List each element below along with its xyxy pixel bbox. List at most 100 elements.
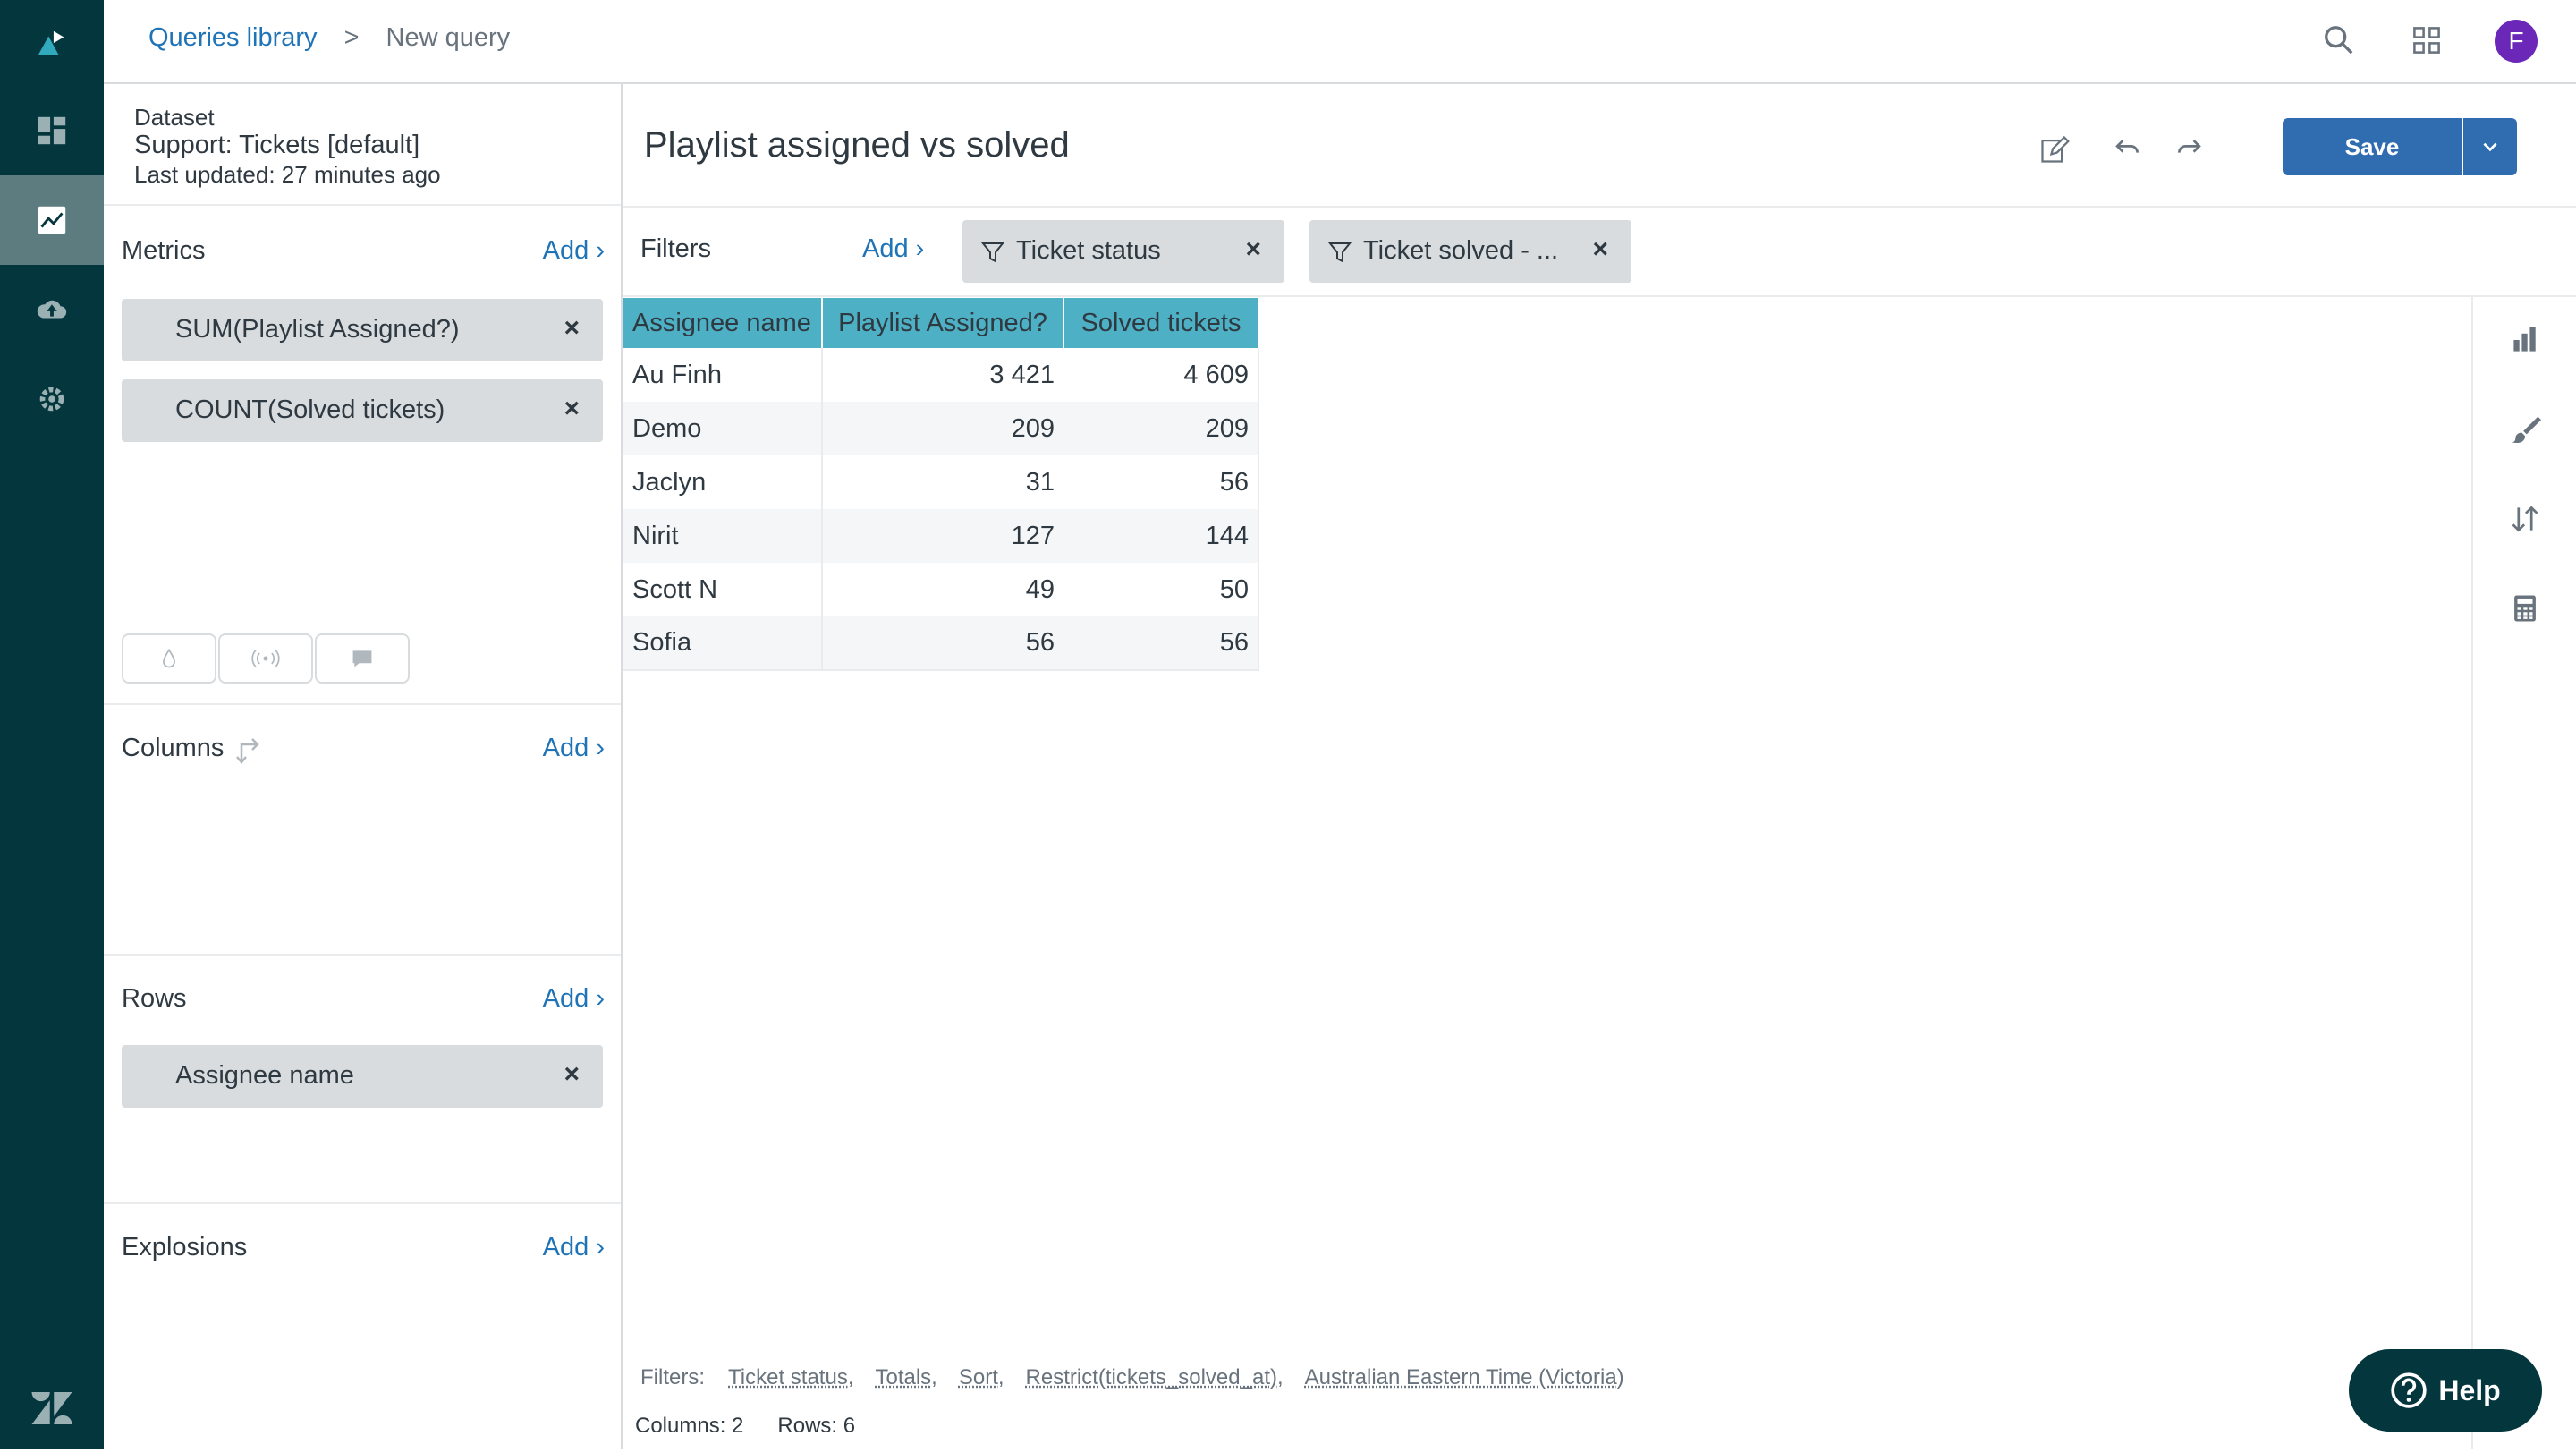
swap-axes-icon[interactable]: [234, 734, 263, 764]
table-cell: Demo: [623, 402, 822, 455]
divider: [104, 204, 621, 206]
footer-filter-item[interactable]: Sort,: [959, 1365, 1004, 1390]
divider: [104, 1202, 621, 1204]
table-row: Scott N 49 50: [623, 563, 1258, 616]
add-metric-link[interactable]: Add ›: [543, 236, 605, 266]
broadcast-icon-button[interactable]: [218, 633, 313, 684]
remove-filter-icon[interactable]: ×: [1245, 234, 1261, 265]
divider: [104, 703, 621, 705]
table-cell: Scott N: [623, 563, 822, 616]
breadcrumb-separator: >: [344, 23, 360, 53]
filter-chip-ticket-status[interactable]: Ticket status ×: [962, 220, 1284, 283]
right-toolbar: [2471, 297, 2576, 1449]
query-title[interactable]: Playlist assigned vs solved: [644, 125, 1070, 166]
breadcrumb-queries-library-link[interactable]: Queries library: [148, 23, 318, 53]
table-cell: Sofia: [623, 616, 822, 670]
dataset-last-updated: Last updated: 27 minutes ago: [134, 161, 441, 189]
save-button[interactable]: Save: [2283, 118, 2462, 175]
sort-icon[interactable]: [2505, 499, 2545, 539]
table-row: Demo 209 209: [623, 402, 1258, 455]
table-cell: 56: [1063, 455, 1258, 509]
remove-filter-icon[interactable]: ×: [1592, 234, 1608, 265]
divider: [623, 206, 2576, 208]
metric-label: COUNT(Solved tickets): [175, 395, 445, 425]
bar-chart-icon[interactable]: [2505, 320, 2545, 360]
metric-pill[interactable]: COUNT(Solved tickets) ×: [122, 379, 603, 442]
table-cell: 209: [1063, 402, 1258, 455]
undo-icon[interactable]: [2106, 129, 2147, 170]
help-label: Help: [2438, 1374, 2500, 1407]
filter-chip-ticket-solved[interactable]: Ticket solved - ... ×: [1309, 220, 1631, 283]
redo-icon[interactable]: [2170, 129, 2211, 170]
footer-filter-item[interactable]: Restrict(tickets_solved_at),: [1026, 1365, 1284, 1390]
table-row: Sofia 56 56: [623, 616, 1258, 670]
drop-icon-button[interactable]: [122, 633, 216, 684]
table-row: Jaclyn 31 56: [623, 455, 1258, 509]
upload-cloud-icon[interactable]: [0, 265, 104, 354]
breadcrumb-current: New query: [386, 23, 511, 53]
table-cell: Nirit: [623, 509, 822, 563]
apps-grid-icon[interactable]: [2406, 20, 2447, 61]
column-header[interactable]: Assignee name: [623, 298, 822, 348]
metrics-title: Metrics: [122, 236, 205, 266]
comment-icon-button[interactable]: [315, 633, 410, 684]
app-logo-icon[interactable]: [0, 0, 104, 89]
left-nav: [0, 0, 104, 1449]
add-filter-link[interactable]: Add ›: [862, 234, 924, 264]
column-header[interactable]: Solved tickets: [1063, 298, 1258, 348]
remove-row-icon[interactable]: ×: [564, 1059, 580, 1090]
footer-counts: Columns: 2 Rows: 6: [635, 1414, 855, 1439]
table-cell: 4 609: [1063, 348, 1258, 402]
rows-title: Rows: [122, 984, 187, 1014]
help-button[interactable]: Help: [2349, 1349, 2542, 1432]
add-explosion-link[interactable]: Add ›: [543, 1233, 605, 1262]
table-row: Nirit 127 144: [623, 509, 1258, 563]
user-avatar[interactable]: F: [2495, 20, 2538, 63]
add-column-link[interactable]: Add ›: [543, 734, 605, 763]
add-row-link[interactable]: Add ›: [543, 984, 605, 1014]
result-table: Assignee name Playlist Assigned? Solved …: [623, 298, 1259, 671]
edit-icon[interactable]: [2034, 129, 2075, 170]
filter-chip-label: Ticket solved - ...: [1363, 236, 1558, 266]
columns-title: Columns: [122, 734, 224, 763]
save-options-dropdown[interactable]: [2462, 118, 2517, 175]
footer-filters-label: Filters:: [640, 1365, 705, 1390]
help-question-icon: [2390, 1372, 2428, 1409]
footer-filter-item[interactable]: Totals,: [875, 1365, 936, 1390]
footer-filter-item[interactable]: Australian Eastern Time (Victoria): [1305, 1365, 1624, 1390]
column-header[interactable]: Playlist Assigned?: [822, 298, 1063, 348]
table-cell: 56: [822, 616, 1063, 670]
table-cell: 31: [822, 455, 1063, 509]
row-pill[interactable]: Assignee name ×: [122, 1045, 603, 1108]
table-cell: 3 421: [822, 348, 1063, 402]
filter-funnel-icon: [1327, 240, 1352, 265]
filter-funnel-icon: [980, 240, 1005, 265]
metric-pill[interactable]: SUM(Playlist Assigned?) ×: [122, 299, 603, 361]
dataset-label: Dataset: [134, 104, 215, 132]
footer-filter-item[interactable]: Ticket status,: [728, 1365, 853, 1390]
remove-metric-icon[interactable]: ×: [564, 394, 580, 424]
calculator-icon[interactable]: [2505, 589, 2545, 628]
remove-metric-icon[interactable]: ×: [564, 313, 580, 344]
zendesk-logo-icon[interactable]: [0, 1364, 104, 1453]
dashboard-icon[interactable]: [0, 86, 104, 175]
table-cell: 50: [1063, 563, 1258, 616]
paint-brush-icon[interactable]: [2505, 410, 2545, 449]
columns-count: Columns: 2: [635, 1414, 743, 1439]
footer-filters: Filters: Ticket status, Totals, Sort, Re…: [640, 1365, 1624, 1390]
settings-gear-icon[interactable]: [0, 354, 104, 444]
top-bar: Queries library > New query F: [104, 0, 2576, 84]
reporting-icon[interactable]: [0, 175, 104, 265]
divider: [104, 954, 621, 956]
table-cell: Au Finh: [623, 348, 822, 402]
table-cell: 49: [822, 563, 1063, 616]
query-config-panel: Dataset Support: Tickets [default] Last …: [104, 84, 623, 1449]
breadcrumb: Queries library > New query: [148, 23, 510, 53]
table-cell: 209: [822, 402, 1063, 455]
table-cell: 144: [1063, 509, 1258, 563]
filters-title: Filters: [640, 234, 711, 264]
explosions-title: Explosions: [122, 1233, 247, 1262]
search-icon[interactable]: [2318, 20, 2360, 61]
filter-chip-label: Ticket status: [1016, 236, 1161, 266]
dataset-name[interactable]: Support: Tickets [default]: [134, 131, 419, 160]
